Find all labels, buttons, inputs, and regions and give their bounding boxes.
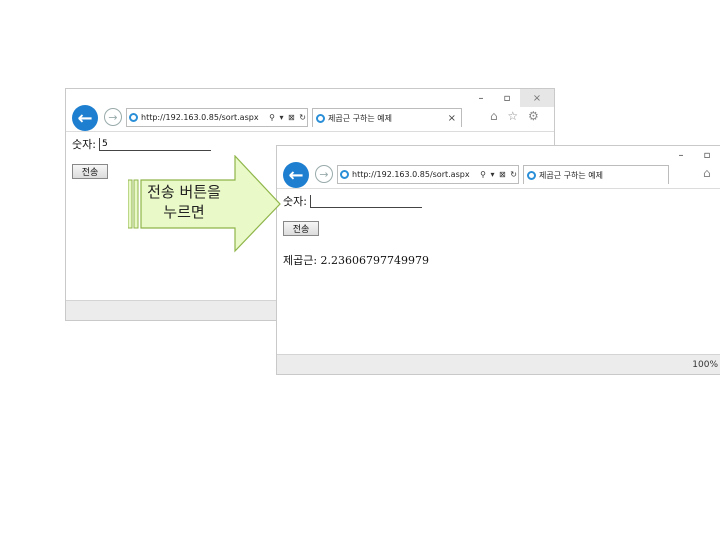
browser-toolbar: ← → http://192.163.0.85/sort.aspx ⚲ ▾ ⊠ … [277,158,720,190]
number-label: 숫자: [72,138,96,151]
number-input[interactable] [98,137,211,151]
result-text: 제곱근: 2.23606797749979 [283,254,430,267]
callout-text: 전송 버튼을 누르면 [138,182,230,222]
ie-logo-icon [340,170,349,179]
page-content: 숫자: 전송 제곱근: 2.23606797749979 [283,193,429,268]
ie-logo-icon [316,113,325,123]
tab-active[interactable]: 제곱근 구하는 예제 [523,165,669,184]
address-bar[interactable]: http://192.163.0.85/sort.aspx ⚲ ▾ ⊠ ↻ [337,165,519,184]
submit-button[interactable]: 전송 [72,164,108,179]
submit-button[interactable]: 전송 [283,221,319,236]
tab-title: 제곱근 구하는 예제 [539,170,603,180]
ie-logo-icon [527,170,536,180]
address-actions-icon[interactable]: ⚲ ▾ ⊠ ↻ [269,113,307,122]
ie-logo-icon [129,113,138,122]
forward-arrow-icon[interactable]: → [315,165,333,183]
callout-line-2: 누르면 [163,203,205,221]
status-bar: 100% [277,354,720,374]
zoom-level[interactable]: 100% [692,360,718,370]
tab-close-icon[interactable]: × [448,113,456,124]
back-arrow-icon[interactable]: ← [283,162,309,188]
address-url: http://192.163.0.85/sort.aspx [352,170,470,179]
address-actions-icon[interactable]: ⚲ ▾ ⊠ ↻ [480,170,518,179]
callout-bar-1 [128,179,133,229]
callout-line-1: 전송 버튼을 [147,183,221,201]
browser-window-after: – ▫ ← → http://192.163.0.85/sort.aspx ⚲ … [276,145,720,375]
tab-active[interactable]: 제곱근 구하는 예제 × [312,108,462,127]
tab-title: 제곱근 구하는 예제 [328,113,392,123]
home-icon[interactable]: ⌂ [703,166,714,180]
address-bar[interactable]: http://192.163.0.85/sort.aspx ⚲ ▾ ⊠ ↻ [126,108,308,127]
number-label: 숫자: [283,195,307,208]
toolbar-divider [277,188,720,189]
address-url: http://192.163.0.85/sort.aspx [141,113,259,122]
back-arrow-icon[interactable]: ← [72,105,98,131]
forward-arrow-icon[interactable]: → [104,108,122,126]
browser-toolbar: ← → http://192.163.0.85/sort.aspx ⚲ ▾ ⊠ … [66,101,554,133]
home-favorites-settings-icon[interactable]: ⌂ ☆ ⚙ [490,109,542,123]
number-input[interactable] [309,194,422,208]
toolbar-divider [66,131,554,132]
